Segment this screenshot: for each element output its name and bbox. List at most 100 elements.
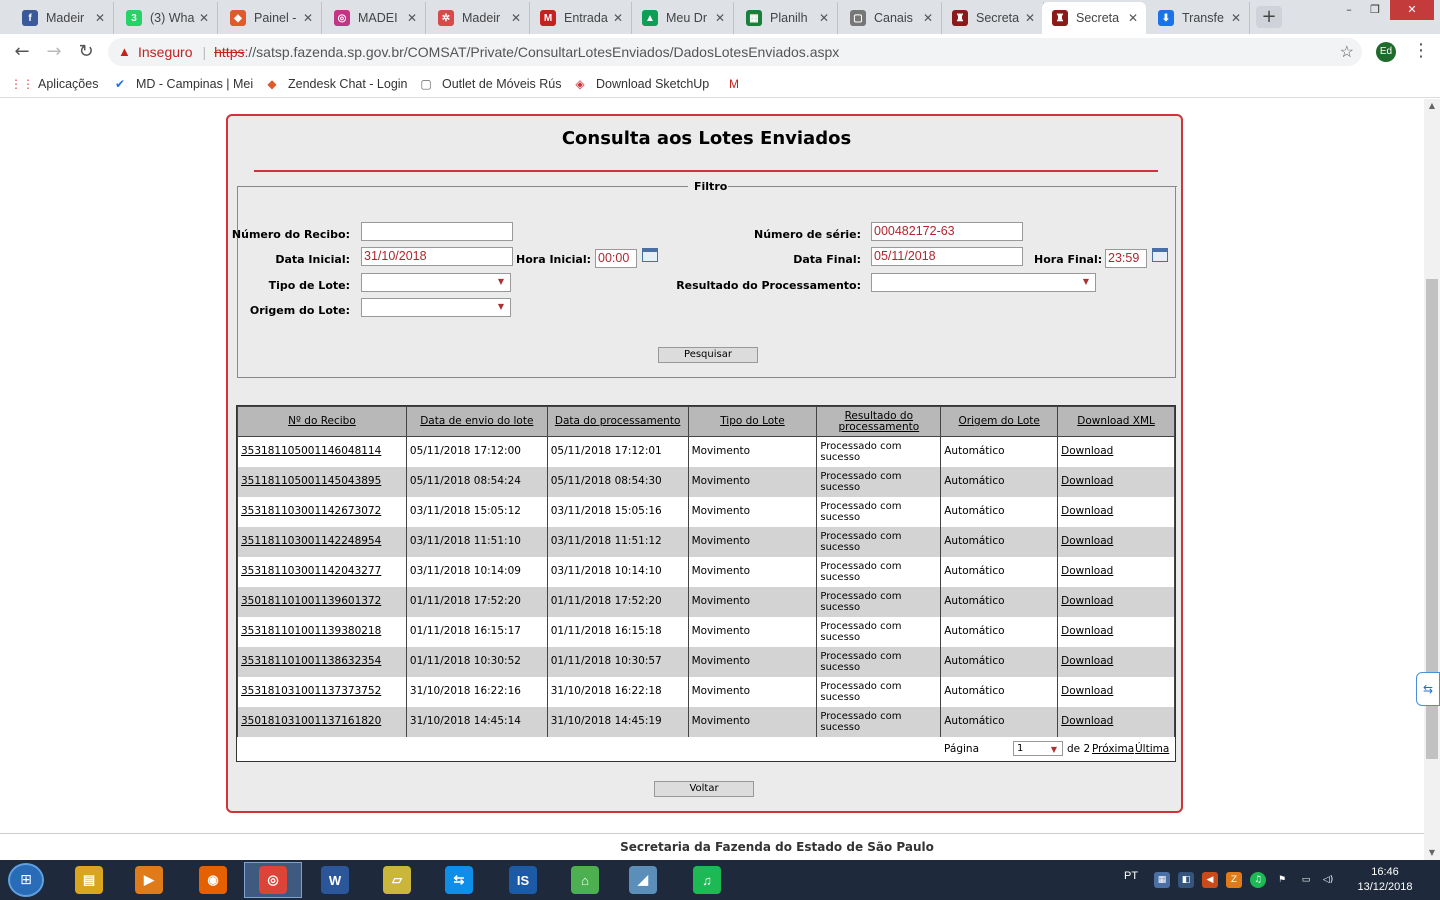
numero-serie-input[interactable]: 000482172-63 <box>871 222 1023 241</box>
taskbar-app[interactable]: ▤ <box>60 862 118 898</box>
tab-close-icon[interactable]: ✕ <box>1023 11 1037 25</box>
taskbar-app[interactable]: ♫ <box>678 862 736 898</box>
tab[interactable]: ▢ Canais ✕ <box>840 2 942 34</box>
pesquisar-button[interactable]: Pesquisar <box>658 347 758 363</box>
flag-icon[interactable]: ⚑ <box>1274 872 1290 888</box>
calendar-icon[interactable] <box>1152 248 1168 262</box>
recibo-link[interactable]: 353181101001139380218 <box>241 625 381 637</box>
recibo-link[interactable]: 353181105001146048114 <box>241 445 381 457</box>
download-link[interactable]: Download <box>1061 625 1113 637</box>
next-page-link[interactable]: Próxima <box>1092 743 1134 755</box>
tab[interactable]: ✲ Madeir ✕ <box>428 2 530 34</box>
network-tray-icon[interactable]: ▭ <box>1298 872 1314 888</box>
hora-final-input[interactable]: 23:59 <box>1105 249 1147 268</box>
bookmark-item[interactable]: ✔ MD - Campinas | Mei <box>112 76 253 92</box>
taskbar-app[interactable]: W <box>306 862 364 898</box>
download-link[interactable]: Download <box>1061 505 1113 517</box>
tab-close-icon[interactable]: ✕ <box>301 11 315 25</box>
tab[interactable]: ▦ Planilh ✕ <box>736 2 838 34</box>
download-link[interactable]: Download <box>1061 715 1113 727</box>
resultado-select[interactable]: ▼ <box>871 273 1096 292</box>
taskbar-app[interactable]: ⇆ <box>430 862 488 898</box>
browser-menu-icon[interactable]: ⋮ <box>1412 40 1430 61</box>
tab[interactable]: ♜ Secreta ✕ <box>1042 2 1146 34</box>
column-header[interactable]: Data do processamento <box>546 406 689 437</box>
column-header[interactable]: Download XML <box>1057 406 1175 437</box>
column-header[interactable]: Origem do Lote <box>940 406 1059 437</box>
page-select[interactable]: 1 ▼ <box>1013 741 1063 756</box>
tab-close-icon[interactable]: ✕ <box>611 11 625 25</box>
tab[interactable]: f Madeir ✕ <box>12 2 114 34</box>
forward-button[interactable]: → <box>42 40 66 64</box>
origem-lote-select[interactable]: ▼ <box>361 298 511 317</box>
column-header[interactable]: Data de envio do lote <box>405 406 548 437</box>
recibo-link[interactable]: 353181101001138632354 <box>241 655 381 667</box>
recibo-link[interactable]: 350181101001139601372 <box>241 595 381 607</box>
tab-close-icon[interactable]: ✕ <box>817 11 831 25</box>
tab[interactable]: M Entrada ✕ <box>530 2 632 34</box>
bookmark-item[interactable]: ◆ Zendesk Chat - Login <box>264 76 407 92</box>
scroll-up-arrow-icon[interactable]: ▲ <box>1424 99 1440 113</box>
tab-close-icon[interactable]: ✕ <box>509 11 523 25</box>
download-link[interactable]: Download <box>1061 595 1113 607</box>
download-link[interactable]: Download <box>1061 445 1113 457</box>
bookmark-item[interactable]: ▢ Outlet de Móveis Rús <box>418 76 561 92</box>
language-indicator[interactable]: PT <box>1124 870 1138 882</box>
recibo-link[interactable]: 350181031001137161820 <box>241 715 381 727</box>
page-scrollbar[interactable]: ▲ ▼ <box>1424 99 1440 860</box>
clock[interactable]: 16:46 13/12/2018 <box>1350 865 1420 895</box>
teamviewer-side-icon[interactable]: ⇆ <box>1416 672 1440 706</box>
column-header[interactable]: Resultado do processamento <box>816 406 942 437</box>
tray-icon[interactable]: Z <box>1226 872 1242 888</box>
close-window-button[interactable]: ✕ <box>1390 0 1434 20</box>
recibo-link[interactable]: 353181031001137373752 <box>241 685 381 697</box>
tab[interactable]: ⬇ Transfe ✕ <box>1148 2 1250 34</box>
tab-close-icon[interactable]: ✕ <box>197 11 211 25</box>
taskbar-app[interactable]: ◢ <box>614 862 672 898</box>
taskbar-app[interactable]: ▶ <box>120 862 178 898</box>
start-button[interactable]: ⊞ <box>8 863 44 897</box>
new-tab-button[interactable]: + <box>1256 6 1282 28</box>
tab[interactable]: 3 (3) Wha ✕ <box>116 2 218 34</box>
voltar-button[interactable]: Voltar <box>654 781 754 797</box>
bookmark-star-icon[interactable]: ☆ <box>1340 42 1354 62</box>
tab-close-icon[interactable]: ✕ <box>1229 11 1243 25</box>
bookmark-item[interactable]: ⋮⋮ Aplicações <box>10 76 98 92</box>
tab[interactable]: ♜ Secreta ✕ <box>942 2 1044 34</box>
numero-recibo-input[interactable] <box>361 222 513 241</box>
tab-close-icon[interactable]: ✕ <box>93 11 107 25</box>
taskbar-app[interactable]: ▱ <box>368 862 426 898</box>
profile-avatar[interactable]: Ed <box>1376 42 1396 62</box>
column-header[interactable]: Nº do Recibo <box>237 406 407 437</box>
tab-close-icon[interactable]: ✕ <box>713 11 727 25</box>
tipo-lote-select[interactable]: ▼ <box>361 273 511 292</box>
tab-close-icon[interactable]: ✕ <box>921 11 935 25</box>
bookmark-item[interactable]: ◈ Download SketchUp <box>572 76 709 92</box>
reload-button[interactable]: ↻ <box>74 40 98 64</box>
tray-icon[interactable]: ▦ <box>1154 872 1170 888</box>
insecure-label[interactable]: Inseguro <box>138 44 192 60</box>
tab[interactable]: ◎ MADEI ✕ <box>324 2 426 34</box>
taskbar-app[interactable]: ◎ <box>244 862 302 898</box>
data-inicial-input[interactable]: 31/10/2018 <box>361 247 513 266</box>
tab[interactable]: ◆ Painel - ✕ <box>220 2 322 34</box>
spotify-tray-icon[interactable]: ♫ <box>1250 872 1266 888</box>
recibo-link[interactable]: 351181103001142248954 <box>241 535 381 547</box>
hora-inicial-input[interactable]: 00:00 <box>595 249 637 268</box>
recibo-link[interactable]: 351181105001145043895 <box>241 475 381 487</box>
download-link[interactable]: Download <box>1061 475 1113 487</box>
tab-close-icon[interactable]: ✕ <box>1126 11 1140 25</box>
download-link[interactable]: Download <box>1061 655 1113 667</box>
taskbar-app[interactable]: IS <box>494 862 552 898</box>
column-header[interactable]: Tipo do Lote <box>687 406 818 437</box>
scroll-down-arrow-icon[interactable]: ▼ <box>1424 846 1440 860</box>
volume-icon[interactable]: ◁) <box>1320 872 1336 888</box>
taskbar-app[interactable]: ⌂ <box>556 862 614 898</box>
address-bar[interactable]: ▲ Inseguro | https ://satsp.fazenda.sp.g… <box>108 38 1362 66</box>
recibo-link[interactable]: 353181103001142043277 <box>241 565 381 577</box>
calendar-icon[interactable] <box>642 248 658 262</box>
minimize-button[interactable]: – <box>1336 0 1362 20</box>
last-page-link[interactable]: Última <box>1135 743 1169 755</box>
taskbar-app[interactable]: ◉ <box>184 862 242 898</box>
maximize-button[interactable]: ❐ <box>1362 0 1388 20</box>
